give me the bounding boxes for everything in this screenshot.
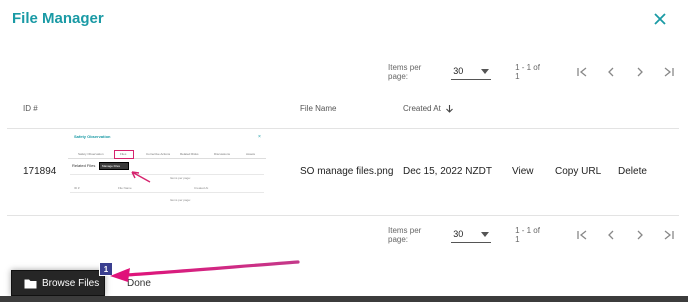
thumb-tab: Discussions xyxy=(214,152,231,156)
header-id: ID # xyxy=(23,104,38,113)
row-created-at: Dec 15, 2022 NZDT xyxy=(403,166,492,177)
previous-page-icon[interactable] xyxy=(601,227,621,243)
thumb-title: Safety Observation xyxy=(74,134,111,139)
copy-url-button[interactable]: Copy URL xyxy=(555,166,601,177)
thumb-text: Items per page: xyxy=(170,198,191,202)
thumb-tab: Assets xyxy=(246,152,256,156)
chevron-down-icon xyxy=(481,69,490,74)
thumb-button: Manage Files xyxy=(99,162,129,170)
header-created-at[interactable]: Created At xyxy=(403,104,454,114)
thumb-tab: Related Risks xyxy=(180,152,199,156)
pager-bottom: Items per page: 30 1 - 1 of 1 xyxy=(388,225,688,245)
thumb-highlight xyxy=(114,150,134,159)
file-thumbnail[interactable]: Safety Observation × Safety Observation … xyxy=(66,130,268,208)
delete-button[interactable]: Delete xyxy=(618,166,647,177)
items-per-page-select[interactable]: 30 xyxy=(451,64,492,80)
chevron-down-icon xyxy=(481,232,490,237)
first-page-icon[interactable] xyxy=(572,227,592,243)
sort-arrow-down-icon xyxy=(446,105,453,114)
pager-range: 1 - 1 of 1 xyxy=(515,63,540,81)
next-page-icon[interactable] xyxy=(630,64,650,80)
row-divider xyxy=(7,215,679,216)
dialog-title: File Manager xyxy=(12,10,104,27)
thumb-tabs: Safety Observation Files Corrective Acti… xyxy=(68,150,266,159)
row-id: 171894 xyxy=(23,166,57,177)
thumb-close: × xyxy=(258,134,261,140)
last-page-icon[interactable] xyxy=(659,64,679,80)
last-page-icon[interactable] xyxy=(659,227,679,243)
thumb-tab: Corrective Actions xyxy=(146,152,171,156)
thumb-tab: Safety Observation xyxy=(78,152,104,156)
items-per-page-label: Items per page: xyxy=(388,226,422,244)
browse-files-button[interactable]: Browse Files xyxy=(11,270,105,296)
thumb-arrow-icon xyxy=(131,171,151,183)
header-divider xyxy=(7,128,679,129)
annotation-arrow-icon xyxy=(110,260,300,282)
pager-top: Items per page: 30 1 - 1 of 1 xyxy=(388,62,688,82)
header-file-name: File Name xyxy=(300,104,337,113)
pager-range: 1 - 1 of 1 xyxy=(515,226,540,244)
page-background-strip xyxy=(0,296,688,302)
thumb-text: Items per page: xyxy=(170,176,191,180)
thumb-heading: Related Files xyxy=(72,163,96,168)
thumb-text: Created At xyxy=(194,186,209,190)
items-per-page-label: Items per page: xyxy=(388,63,422,81)
file-manager-dialog: File Manager Items per page: 30 1 - 1 of… xyxy=(0,0,688,296)
next-page-icon[interactable] xyxy=(630,227,650,243)
browse-files-label: Browse Files xyxy=(42,277,100,289)
row-file-name: SO manage files.png xyxy=(300,166,394,177)
previous-page-icon[interactable] xyxy=(601,64,621,80)
thumb-divider xyxy=(70,192,264,193)
view-button[interactable]: View xyxy=(512,166,534,177)
first-page-icon[interactable] xyxy=(572,64,592,80)
items-per-page-select[interactable]: 30 xyxy=(451,227,492,243)
folder-icon xyxy=(24,279,37,288)
thumb-text: ID # xyxy=(74,186,80,190)
close-icon[interactable] xyxy=(652,11,668,27)
thumb-divider xyxy=(70,174,264,175)
